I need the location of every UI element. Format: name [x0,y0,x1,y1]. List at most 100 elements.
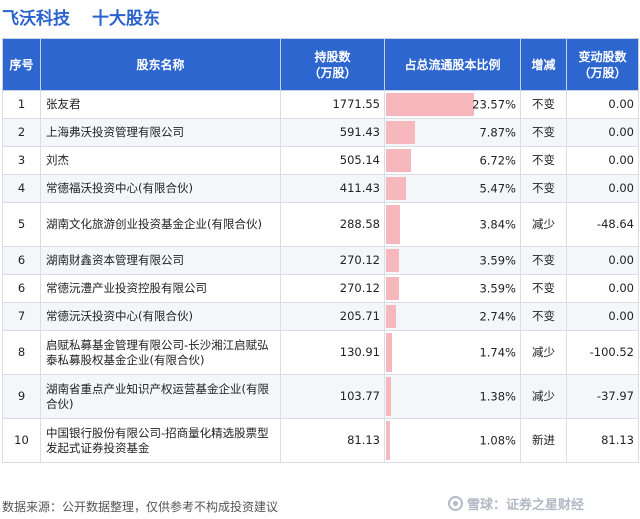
shareholder-name-cell: 刘杰 [40,146,281,175]
header-delta-line2: （万股） [578,65,627,80]
delta-shares-cell: 0.00 [566,246,639,275]
ratio-cell: 5.47% [384,174,521,203]
ratio-value: 1.74% [479,345,516,359]
ratio-value: 7.87% [479,125,516,139]
rank-cell: 7 [2,302,41,331]
rank-cell: 4 [2,174,41,203]
shareholder-name-cell: 常德福沃投资中心(有限合伙) [40,174,281,203]
ratio-cell: 1.74% [384,330,521,375]
ratio-bar [386,277,400,300]
ratio-value: 1.08% [479,433,516,447]
rank-cell: 2 [2,118,41,147]
ratio-value: 3.59% [479,281,516,295]
table-row: 6 湖南财鑫资本管理有限公司 270.12 3.59% 不变 0.00 [2,246,639,275]
ratio-cell: 2.74% [384,302,521,331]
shares-cell: 270.12 [280,246,385,275]
rank-cell: 5 [2,202,41,247]
table-body: 1 张友君 1771.55 23.57% 不变 0.00 2 上海弗沃投资管理有限公司 591.… [2,90,639,463]
table-row: 1 张友君 1771.55 23.57% 不变 0.00 [2,90,639,119]
shareholder-name-cell: 湖南省重点产业知识产权运营基金企业(有限合伙) [40,374,281,419]
change-status-cell: 不变 [520,174,567,203]
ratio-value: 3.59% [479,253,516,267]
shareholder-name-cell: 湖南文化旅游创业投资基金企业(有限合伙) [40,202,281,247]
change-status-cell: 不变 [520,274,567,303]
header-ratio: 占总流通股本比例 [384,38,521,91]
shares-cell: 205.71 [280,302,385,331]
rank-cell: 9 [2,374,41,419]
top-ten-shareholders-table: 序号 股东名称 持股数 （万股） 占总流通股本比例 增减 变动股数 （万股） 1… [2,38,639,463]
watermark: 雪球：证券之星财经 [448,494,584,513]
table-row: 10 中国银行股份有限公司-招商量化精选股票型发起式证券投资基金 81.13 1.08… [2,418,639,463]
change-status-cell: 减少 [520,202,567,247]
shares-cell: 103.77 [280,374,385,419]
title-bar: 飞沃科技 十大股东 [0,0,640,36]
table-row: 8 启赋私募基金管理有限公司-长沙湘江启赋弘泰私募股权基金企业(有限合伙) 130.… [2,330,639,375]
table-row: 6 常德沅澧产业投资控股有限公司 270.12 3.59% 不变 0.00 [2,274,639,303]
ratio-cell: 23.57% [384,90,521,119]
rank-cell: 1 [2,90,41,119]
shareholder-name-cell: 张友君 [40,90,281,119]
ratio-value: 2.74% [479,309,516,323]
delta-shares-cell: 81.13 [566,418,639,463]
delta-shares-cell: -100.52 [566,330,639,375]
ratio-cell: 7.87% [384,118,521,147]
ratio-value: 23.57% [472,97,516,111]
shareholder-name-cell: 湖南财鑫资本管理有限公司 [40,246,281,275]
delta-shares-cell: -48.64 [566,202,639,247]
ratio-value: 3.84% [479,217,516,231]
shareholder-name-cell: 常德沅沃投资中心(有限合伙) [40,302,281,331]
delta-shares-cell: 0.00 [566,118,639,147]
rank-cell: 8 [2,330,41,375]
shares-cell: 81.13 [280,418,385,463]
watermark-text: 雪球：证券之星财经 [467,498,585,513]
header-shares-line1: 持股数 [314,49,351,64]
header-shares-line2: （万股） [308,65,357,80]
delta-shares-cell: 0.00 [566,90,639,119]
change-status-cell: 不变 [520,246,567,275]
shares-cell: 288.58 [280,202,385,247]
snowball-icon [448,496,463,511]
ratio-value: 5.47% [479,181,516,195]
ratio-bar [386,149,412,172]
table-row: 4 常德福沃投资中心(有限合伙) 411.43 5.47% 不变 0.00 [2,174,639,203]
ratio-value: 1.38% [479,389,516,403]
change-status-cell: 减少 [520,330,567,375]
change-status-cell: 不变 [520,302,567,331]
ratio-bar [386,121,416,144]
shares-cell: 270.12 [280,274,385,303]
shares-cell: 591.43 [280,118,385,147]
table-row: 2 上海弗沃投资管理有限公司 591.43 7.87% 不变 0.00 [2,118,639,147]
table-row: 3 刘杰 505.14 6.72% 不变 0.00 [2,146,639,175]
ratio-bar [386,377,392,416]
ratio-bar [386,421,391,460]
ratio-bar [386,249,400,272]
delta-shares-cell: 0.00 [566,174,639,203]
header-name: 股东名称 [40,38,281,91]
shares-cell: 1771.55 [280,90,385,119]
table-row: 9 湖南省重点产业知识产权运营基金企业(有限合伙) 103.77 1.38% 减少 -37… [2,374,639,419]
table-header-row: 序号 股东名称 持股数 （万股） 占总流通股本比例 增减 变动股数 （万股） [2,38,639,91]
ratio-bar [386,93,474,116]
shares-cell: 505.14 [280,146,385,175]
header-shares: 持股数 （万股） [280,38,385,91]
ratio-cell: 3.59% [384,274,521,303]
shareholder-name-cell: 上海弗沃投资管理有限公司 [40,118,281,147]
company-name: 飞沃科技 [2,9,70,29]
delta-shares-cell: -37.97 [566,374,639,419]
change-status-cell: 新进 [520,418,567,463]
shares-cell: 130.91 [280,330,385,375]
shareholder-name-cell: 中国银行股份有限公司-招商量化精选股票型发起式证券投资基金 [40,418,281,463]
ratio-value: 6.72% [479,153,516,167]
ratio-cell: 3.59% [384,246,521,275]
rank-cell: 3 [2,146,41,175]
rank-cell: 6 [2,274,41,303]
ratio-bar [386,205,401,244]
table-row: 7 常德沅沃投资中心(有限合伙) 205.71 2.74% 不变 0.00 [2,302,639,331]
rank-cell: 10 [2,418,41,463]
delta-shares-cell: 0.00 [566,146,639,175]
ratio-bar [386,177,407,200]
change-status-cell: 减少 [520,374,567,419]
change-status-cell: 不变 [520,146,567,175]
data-source-note: 数据来源：公开数据整理，仅供参考不构成投资建议 [2,500,279,514]
ratio-bar [386,333,393,372]
